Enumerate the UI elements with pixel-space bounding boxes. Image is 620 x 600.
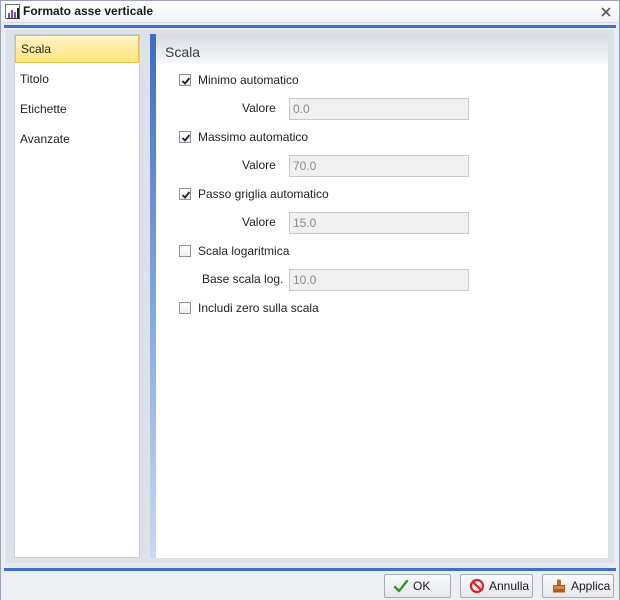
ok-label: OK xyxy=(413,579,431,593)
stamp-icon xyxy=(551,578,567,594)
scale-settings-panel: Scala Minimo automatico Valore 0.0 Massi… xyxy=(150,34,608,558)
sidebar-item-titolo[interactable]: Titolo xyxy=(15,66,139,94)
dialog-body: Scala Titolo Etichette Avanzate Scala Mi… xyxy=(6,30,614,563)
max-auto-label: Massimo automatico xyxy=(198,130,309,144)
min-auto-label: Minimo automatico xyxy=(198,73,299,87)
step-auto-checkbox[interactable] xyxy=(179,188,191,200)
min-value-field[interactable]: 0.0 xyxy=(289,98,469,120)
panel-accent-strip xyxy=(150,34,156,558)
max-auto-checkbox[interactable] xyxy=(179,131,191,143)
checkmark-icon xyxy=(181,77,191,85)
close-button[interactable] xyxy=(599,5,613,19)
sidebar-item-etichette[interactable]: Etichette xyxy=(15,96,139,124)
format-vertical-axis-dialog: Formato asse verticale Scala Titolo Etic… xyxy=(0,0,620,600)
max-value-field[interactable]: 70.0 xyxy=(289,155,469,177)
sidebar-item-scala[interactable]: Scala xyxy=(15,35,139,63)
step-value-label: Valore xyxy=(242,215,276,229)
include-zero-row: Includi zero sulla scala xyxy=(179,300,319,316)
title-bar: Formato asse verticale xyxy=(1,1,619,23)
sidebar-nav: Scala Titolo Etichette Avanzate xyxy=(14,34,140,558)
prohibited-icon xyxy=(469,578,485,594)
log-base-label: Base scala log. xyxy=(202,272,284,286)
step-auto-row: Passo griglia automatico xyxy=(179,186,329,202)
check-icon xyxy=(393,578,409,594)
apply-label: Applica xyxy=(571,579,611,593)
cancel-label: Annulla xyxy=(489,579,530,593)
include-zero-checkbox[interactable] xyxy=(179,302,191,314)
max-auto-row: Massimo automatico xyxy=(179,129,308,145)
panel-header: Scala xyxy=(156,34,608,64)
button-bar: OK Annulla Applica xyxy=(1,571,619,600)
log-scale-row: Scala logaritmica xyxy=(179,243,289,259)
window-title: Formato asse verticale xyxy=(23,4,154,18)
min-auto-checkbox[interactable] xyxy=(179,74,191,86)
sidebar-item-avanzate[interactable]: Avanzate xyxy=(15,126,139,154)
panel-title: Scala xyxy=(165,44,201,60)
checkmark-icon xyxy=(181,134,191,142)
include-zero-label: Includi zero sulla scala xyxy=(198,301,319,315)
min-value-label: Valore xyxy=(242,101,276,115)
log-base-field[interactable]: 10.0 xyxy=(289,269,469,291)
step-value-field[interactable]: 15.0 xyxy=(289,212,469,234)
log-scale-checkbox[interactable] xyxy=(179,245,191,257)
close-icon xyxy=(601,7,611,17)
checkmark-icon xyxy=(181,191,191,199)
cancel-button[interactable]: Annulla xyxy=(460,574,533,598)
ok-button[interactable]: OK xyxy=(384,574,451,598)
chart-app-icon xyxy=(5,4,20,19)
header-divider xyxy=(4,25,616,28)
apply-button[interactable]: Applica xyxy=(542,574,614,598)
min-auto-row: Minimo automatico xyxy=(179,72,299,88)
log-scale-label: Scala logaritmica xyxy=(198,244,290,258)
max-value-label: Valore xyxy=(242,158,276,172)
step-auto-label: Passo griglia automatico xyxy=(198,187,329,201)
